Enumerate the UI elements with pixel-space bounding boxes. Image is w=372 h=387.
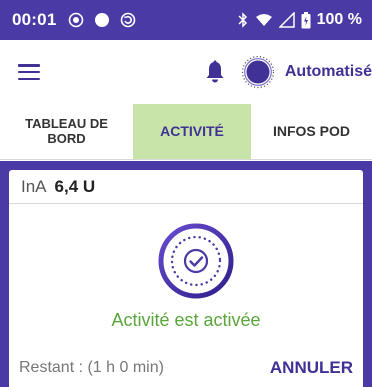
activity-footer: Restant : (1 h 0 min) ANNULER: [9, 358, 363, 378]
status-time: 00:01: [12, 10, 57, 29]
battery-icon: [301, 11, 311, 28]
iob-label: InA: [21, 176, 47, 196]
activity-card: InA 6,4 U Activité est activée Restant :…: [9, 170, 363, 387]
circle-icon: [95, 13, 110, 27]
battery-level: 100 %: [316, 11, 362, 28]
activity-check-icon: [158, 223, 234, 299]
mode-label[interactable]: Automatisé: [285, 63, 372, 81]
bell-icon[interactable]: [205, 60, 225, 84]
hamburger-icon[interactable]: [18, 64, 40, 80]
status-left-icons: [68, 12, 136, 28]
cancel-button[interactable]: ANNULER: [270, 358, 353, 378]
insulin-on-board-row: InA 6,4 U: [9, 170, 363, 204]
iob-value: 6,4 U: [54, 176, 96, 196]
signal-icon: [278, 12, 295, 28]
radio-icon: [69, 12, 84, 28]
tab-activity[interactable]: ACTIVITÉ: [133, 104, 251, 159]
bluetooth-icon: [238, 12, 247, 28]
sync-icon: [121, 12, 136, 28]
app-header: Automatisé: [0, 40, 372, 104]
tab-bar: TABLEAU DE BORD ACTIVITÉ INFOS POD: [0, 104, 372, 160]
tab-dashboard[interactable]: TABLEAU DE BORD: [0, 104, 133, 159]
tab-pod-info[interactable]: INFOS POD: [251, 104, 372, 159]
status-right-icons: 100 %: [237, 11, 362, 29]
pod-status-icon[interactable]: [241, 55, 275, 89]
remaining-time: Restant : (1 h 0 min): [19, 359, 164, 376]
status-bar: 00:01 100 %: [0, 0, 372, 40]
activity-status-text: Activité est activée: [111, 310, 261, 330]
wifi-icon: [255, 14, 272, 26]
header-right: Automatisé: [205, 55, 372, 89]
